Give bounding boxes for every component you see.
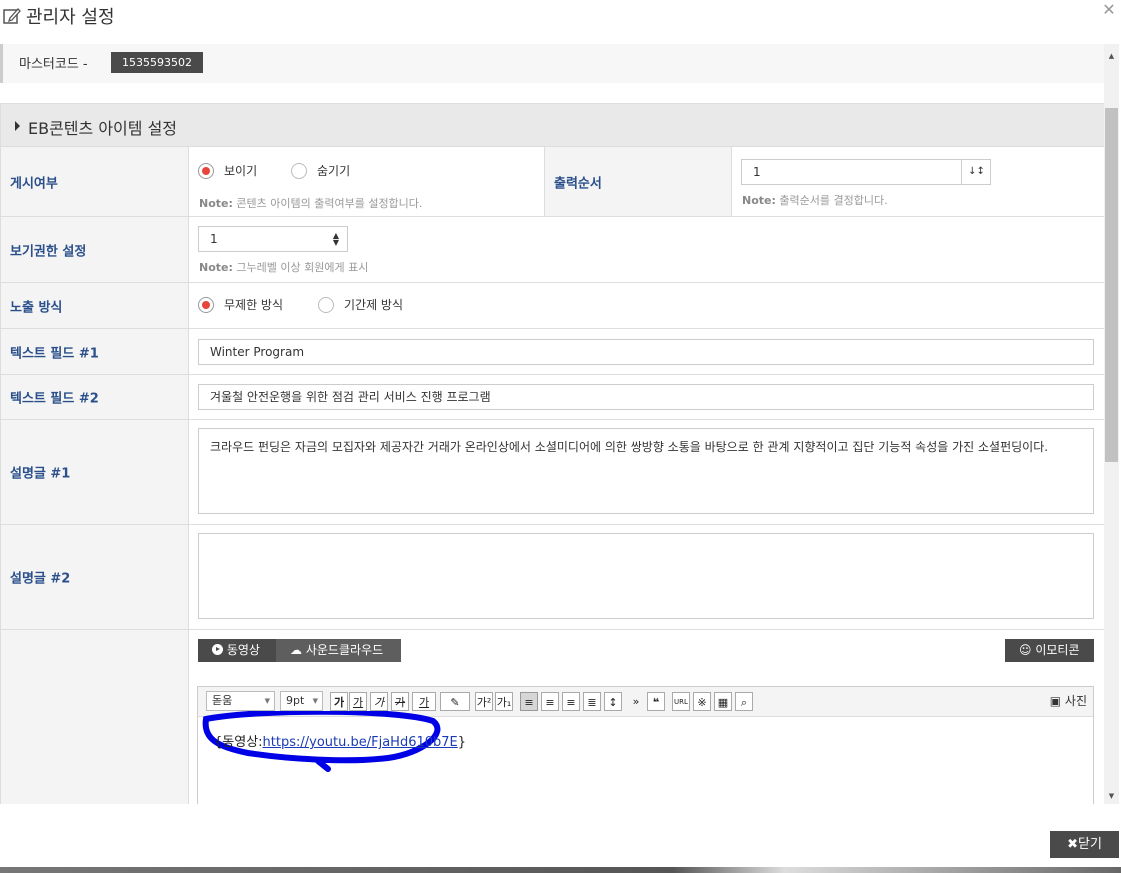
radio-hide[interactable]: 숨기기 — [291, 162, 350, 179]
photo-button[interactable]: ▣ 사진 — [1050, 692, 1087, 709]
select-updown-icon: ▲ ▼ — [332, 231, 339, 247]
order-label: 출력순서 — [544, 147, 732, 216]
url-icon[interactable]: URL — [672, 692, 690, 711]
modal-header: 관리자 설정 ✕ — [0, 0, 1121, 30]
description-1-textarea[interactable]: 크라우드 펀딩은 자금의 모집자와 제공자간 거래가 온라인상에서 소셜미디어에… — [198, 428, 1094, 514]
modal-title-text: 관리자 설정 — [26, 7, 115, 28]
radio-hide-dot[interactable] — [291, 162, 307, 179]
description-1-label: 설명글 #1 — [1, 420, 189, 524]
highlight-icon[interactable]: ✎ — [440, 692, 470, 711]
strikethrough-icon[interactable]: 가 — [391, 692, 409, 711]
editor-label — [1, 630, 189, 804]
description-2-label: 설명글 #2 — [1, 525, 189, 629]
soundcloud-button-label: 사운드클라우드 — [305, 643, 384, 657]
font-size-select[interactable]: 9pt ▼ — [280, 691, 323, 711]
row-text-field-2: 텍스트 필드 #2 겨울철 안전운행을 위한 점검 관리 서비스 진행 프로그램 — [1, 375, 1104, 420]
radio-unlimited-label: 무제한 방식 — [224, 298, 284, 312]
modal-title: 관리자 설정 — [2, 3, 115, 29]
line-height-icon[interactable]: ↕ — [604, 692, 622, 711]
editor-content[interactable]: {동영상:https://youtu.be/FjaHd610b7E} — [198, 711, 1093, 804]
radio-unlimited-dot[interactable] — [198, 296, 214, 313]
camera-icon: ▣ — [1049, 694, 1062, 708]
row-exposure: 노출 방식 무제한 방식 기간제 방식 — [1, 283, 1104, 329]
master-code-badge: 1535593502 — [111, 52, 203, 73]
more-icon[interactable]: » — [627, 692, 645, 711]
rich-text-editor: 돋움 ▼ 9pt ▼ 가 가 가 가 가 ✎ 가² 가₁ ≡ ≡ ≡ ≣ ↕ »… — [197, 686, 1094, 804]
permission-label: 보기권한 설정 — [1, 217, 189, 282]
find-icon[interactable]: ⌕ — [735, 692, 753, 711]
editor-video-tag[interactable]: {동영상:https://youtu.be/FjaHd610b7E} — [214, 731, 466, 750]
italic-icon[interactable]: 가 — [370, 692, 388, 711]
visibility-label: 게시여부 — [1, 147, 189, 216]
radio-unlimited[interactable]: 무제한 방식 — [198, 296, 283, 313]
soundcloud-button[interactable]: ☁ 사운드클라우드 — [276, 639, 401, 662]
row-visibility: 게시여부 보이기 숨기기 Note: 콘텐츠 아이템의 출력여부를 설정합니다.… — [1, 147, 1104, 217]
text-field-2-input[interactable]: 겨울철 안전운행을 위한 점검 관리 서비스 진행 프로그램 — [198, 384, 1094, 410]
emoticon-button-label: 이모티콘 — [1035, 643, 1080, 657]
font-family-select[interactable]: 돋움 ▼ — [206, 691, 275, 711]
order-input[interactable]: 1 ↓↕ — [741, 159, 991, 185]
close-icon[interactable]: ✕ — [1101, 0, 1117, 19]
description-2-textarea[interactable] — [198, 533, 1094, 619]
radio-show[interactable]: 보이기 — [198, 162, 257, 179]
radio-show-label: 보이기 — [224, 164, 258, 178]
quote-icon[interactable]: ❝ — [647, 692, 665, 711]
cloud-icon: ☁ — [290, 643, 302, 657]
video-button-label: 동영상 — [226, 643, 260, 657]
background-strip — [0, 867, 1121, 873]
align-right-icon[interactable]: ≡ — [562, 692, 580, 711]
text-field-2-label: 텍스트 필드 #2 — [1, 375, 189, 419]
permission-note: Note: 그누레벨 이상 회원에게 표시 — [199, 261, 369, 274]
permission-select[interactable]: 1 ▲ ▼ — [198, 226, 348, 252]
scroll-up-icon[interactable]: ▲ — [1104, 49, 1119, 64]
row-description-2: 설명글 #2 — [1, 525, 1104, 630]
master-code-bar: 마스터코드 - 1535593502 — [0, 44, 1104, 83]
order-note: Note: 출력순서를 결정합니다. — [742, 194, 888, 207]
radio-period-dot[interactable] — [318, 296, 334, 313]
font-color-icon[interactable]: 가 — [412, 692, 436, 711]
text-field-1-label: 텍스트 필드 #1 — [1, 329, 189, 374]
bold-icon[interactable]: 가 — [330, 692, 348, 711]
master-code-label: 마스터코드 - — [19, 57, 88, 72]
row-text-field-1: 텍스트 필드 #1 Winter Program — [1, 329, 1104, 375]
align-center-icon[interactable]: ≡ — [541, 692, 559, 711]
radio-hide-label: 숨기기 — [317, 164, 351, 178]
row-description-1: 설명글 #1 크라우드 펀딩은 자금의 모집자와 제공자간 거래가 온라인상에서… — [1, 420, 1104, 525]
radio-period[interactable]: 기간제 방식 — [318, 296, 403, 313]
subscript-icon[interactable]: 가₁ — [495, 692, 513, 711]
play-icon — [212, 644, 223, 655]
modal-body: 마스터코드 - 1535593502 EB콘텐츠 아이템 설정 게시여부 보이기… — [0, 44, 1104, 804]
emoticon-button[interactable]: ☺ 이모티콘 — [1005, 639, 1094, 662]
align-left-icon[interactable]: ≡ — [520, 692, 538, 711]
row-editor: 동영상 ☁ 사운드클라우드 ☺ 이모티콘 돋움 ▼ 9pt ▼ 가 가 가 가 … — [1, 630, 1104, 804]
close-button[interactable]: ✖닫기 — [1050, 831, 1119, 858]
video-link[interactable]: https://youtu.be/FjaHd610b7E — [263, 735, 458, 750]
close-x-icon: ✖ — [1067, 837, 1078, 852]
vertical-scrollbar[interactable]: ▲ ▼ — [1104, 44, 1119, 804]
section-header[interactable]: EB콘텐츠 아이템 설정 — [1, 104, 1104, 147]
video-button[interactable]: 동영상 — [198, 639, 276, 662]
row-permission: 보기권한 설정 1 ▲ ▼ Note: 그누레벨 이상 회원에게 표시 — [1, 217, 1104, 283]
admin-settings-modal: 관리자 설정 ✕ 마스터코드 - 1535593502 EB콘텐츠 아이템 설정… — [0, 0, 1121, 873]
scrollbar-thumb[interactable] — [1105, 108, 1118, 462]
table-icon[interactable]: ▦ — [714, 692, 732, 711]
align-justify-icon[interactable]: ≣ — [583, 692, 601, 711]
scroll-down-icon[interactable]: ▼ — [1104, 789, 1119, 804]
radio-period-label: 기간제 방식 — [344, 298, 404, 312]
exposure-label: 노출 방식 — [1, 283, 189, 328]
radio-show-dot[interactable] — [198, 162, 214, 179]
underline-icon[interactable]: 가 — [349, 692, 367, 711]
special-char-icon[interactable]: ※ — [693, 692, 711, 711]
smile-icon: ☺ — [1019, 643, 1032, 657]
eb-content-item-section: EB콘텐츠 아이템 설정 게시여부 보이기 숨기기 Note: 콘텐츠 아이템의… — [0, 103, 1104, 804]
sort-order-icon[interactable]: ↓↕ — [961, 160, 991, 184]
superscript-icon[interactable]: 가² — [475, 692, 493, 711]
caret-right-icon — [15, 121, 20, 131]
edit-icon — [2, 6, 22, 26]
visibility-note: Note: 콘텐츠 아이템의 출력여부를 설정합니다. — [199, 197, 423, 210]
text-field-1-input[interactable]: Winter Program — [198, 339, 1094, 365]
section-title: EB콘텐츠 아이템 설정 — [28, 119, 178, 138]
